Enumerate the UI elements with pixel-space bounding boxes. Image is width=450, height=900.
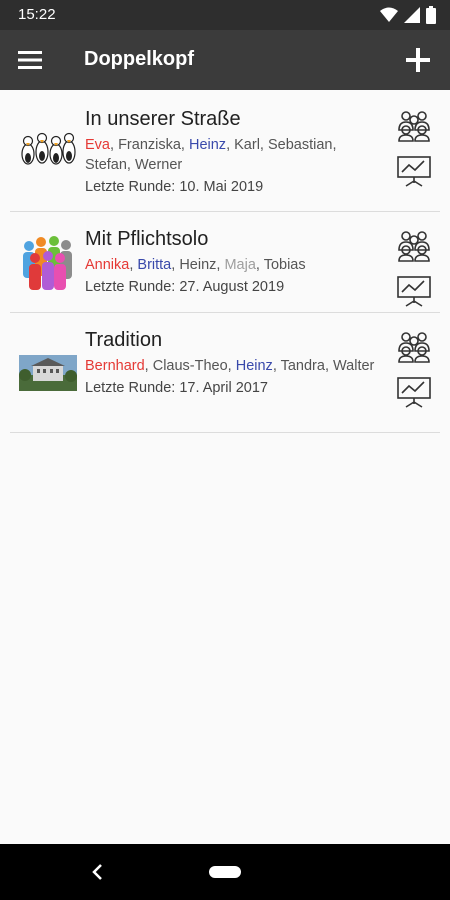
status-time: 15:22 (18, 6, 56, 23)
group-content: Mit Pflichtsolo Annika, Britta, Heinz, M… (85, 228, 385, 297)
group-actions (394, 331, 434, 413)
group-content: Tradition Bernhard, Claus-Theo, Heinz, T… (85, 329, 385, 398)
player-name: Sebastian (267, 137, 333, 153)
group-actions (394, 110, 434, 192)
group-title: Mit Pflichtsolo (85, 228, 209, 250)
group-actions (394, 230, 434, 312)
app-bar: Doppelkopf (0, 30, 450, 90)
player-name: Claus-Theo (152, 358, 228, 374)
group-icon[interactable] (396, 331, 432, 368)
player-name: Tandra (280, 358, 325, 374)
player-name: Heinz (188, 137, 227, 153)
battery-icon (426, 6, 436, 24)
group-thumbnail (19, 355, 77, 391)
group-content: In unserer Straße Eva, Franziska, Heinz,… (85, 108, 385, 197)
back-icon[interactable] (90, 860, 106, 884)
player-list: Annika, Britta, Heinz, Maja, Tobias (85, 257, 306, 273)
status-bar: 15:22 (0, 0, 450, 30)
group-title: In unserer Straße (85, 108, 241, 130)
group-item[interactable]: Tradition Bernhard, Claus-Theo, Heinz, T… (10, 313, 440, 433)
menu-icon[interactable] (18, 47, 48, 73)
player-name: Tobias (263, 257, 306, 273)
group-icon[interactable] (396, 110, 432, 147)
wifi-icon (380, 7, 398, 23)
group-thumbnail (19, 130, 77, 170)
group-item[interactable]: In unserer Straße Eva, Franziska, Heinz,… (10, 92, 440, 212)
player-name: Eva (85, 137, 110, 153)
navigation-bar (0, 844, 450, 900)
last-round: Letzte Runde: 27. August 2019 (85, 279, 285, 295)
system-icons (380, 6, 436, 24)
player-name: Franziska (118, 137, 181, 153)
player-name: Stefan (85, 157, 127, 173)
group-title: Tradition (85, 329, 163, 351)
statistics-icon[interactable] (396, 275, 432, 312)
player-name: Walter (333, 358, 375, 374)
player-list: Eva, Franziska, Heinz, Karl, Sebastian, … (85, 137, 337, 173)
group-list: In unserer Straße Eva, Franziska, Heinz,… (0, 92, 450, 433)
signal-icon (404, 7, 420, 23)
player-name: Britta (137, 257, 172, 273)
home-button[interactable] (209, 866, 241, 878)
player-name: Annika (85, 257, 130, 273)
group-thumbnail (19, 232, 77, 292)
player-name: Werner (134, 157, 183, 173)
statistics-icon[interactable] (396, 376, 432, 413)
app-title: Doppelkopf (84, 48, 194, 70)
statistics-icon[interactable] (396, 155, 432, 192)
group-item[interactable]: Mit Pflichtsolo Annika, Britta, Heinz, M… (10, 212, 440, 313)
last-round: Letzte Runde: 17. April 2017 (85, 380, 268, 396)
last-round: Letzte Runde: 10. Mai 2019 (85, 179, 264, 195)
group-icon[interactable] (396, 230, 432, 267)
player-name: Bernhard (85, 358, 145, 374)
player-list: Bernhard, Claus-Theo, Heinz, Tandra, Wal… (85, 358, 375, 374)
add-icon[interactable] (404, 46, 432, 74)
player-name: Heinz (235, 358, 273, 374)
player-name: Maja (224, 257, 256, 273)
player-name: Karl (234, 137, 260, 153)
player-name: Heinz (179, 257, 217, 273)
